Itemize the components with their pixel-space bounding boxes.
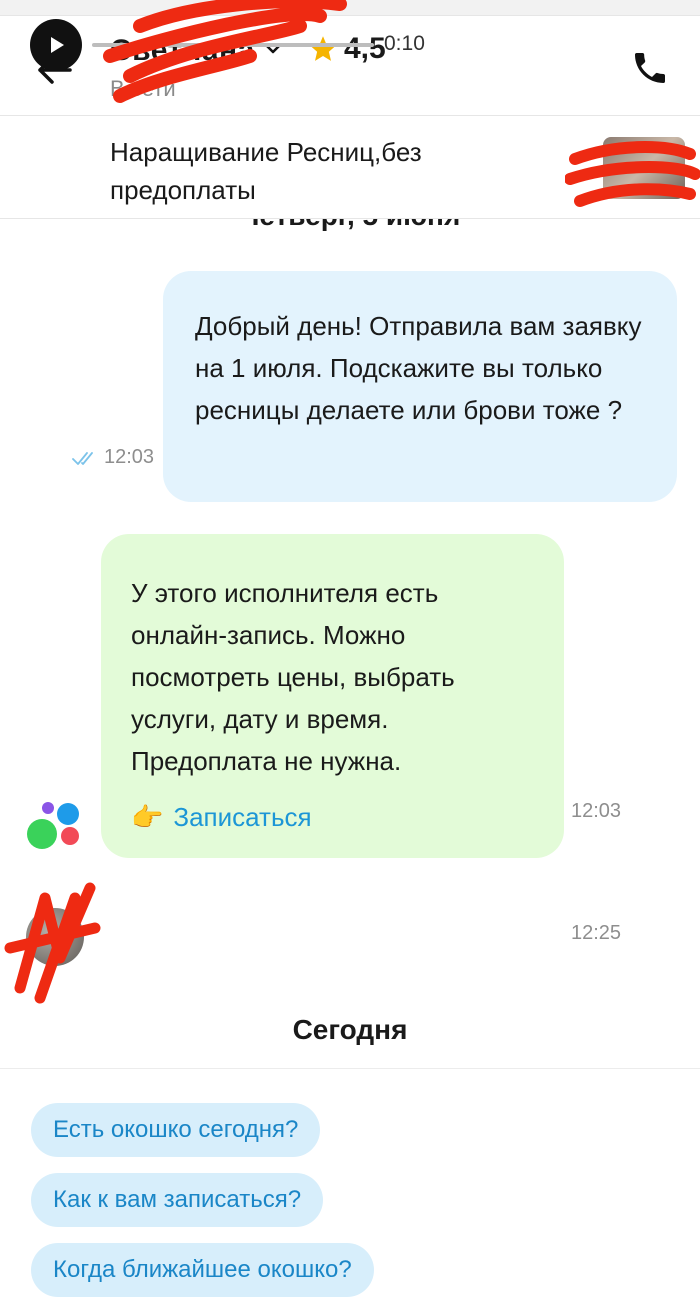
phone-icon [635,53,665,83]
quick-replies-panel: Есть окошко сегодня? Как к вам записатьс… [0,1068,700,1316]
play-button[interactable] [30,19,82,71]
user-avatar[interactable] [26,908,84,966]
quick-reply-chip[interactable]: Как к вам записаться? [31,1173,324,1227]
message-text: Добрый день! Отправила вам заявку на 1 и… [195,311,642,425]
service-title: Наращивание Ресниц,без предоплаты [110,137,422,205]
service-thumbnail[interactable] [603,137,685,199]
audio-duration: 0:10 [384,32,425,55]
status-bar [0,0,700,16]
message-time: 12:03 [104,446,155,468]
play-icon [51,37,64,53]
quick-reply-chip[interactable]: Есть окошко сегодня? [31,1103,321,1157]
book-online-link[interactable]: 👉 Записаться [131,796,536,838]
audio-progress-track[interactable] [92,43,374,47]
presence-status: В сети [110,76,176,101]
pointing-hand-icon: 👉 [131,802,164,832]
rating-value: 4,5 [344,32,386,65]
bot-message: У этого исполнителя есть онлайн-запись. … [101,534,564,858]
service-bot-avatar [27,802,79,849]
rating[interactable]: 4,5 [308,32,386,66]
message-text: У этого исполнителя есть онлайн-запись. … [131,578,455,776]
service-bar[interactable]: Наращивание Ресниц,без предоплаты [0,117,700,219]
book-link-label: Записаться [173,802,312,832]
outgoing-message[interactable]: Добрый день! Отправила вам заявку на 1 и… [163,271,677,502]
quick-reply-chip[interactable]: Когда ближайшее окошко? [31,1243,374,1297]
date-separator-today: Сегодня [292,1014,408,1045]
message-meta: 12:03 [72,446,154,469]
chat-header: Светлана 4,5 В сети [0,0,700,116]
double-check-icon [72,451,93,465]
message-time: 12:03 [571,800,622,822]
message-time: 12:25 [571,922,622,944]
contact-name[interactable]: Светлана [110,34,255,68]
call-button[interactable] [626,44,674,92]
star-icon [310,36,336,61]
